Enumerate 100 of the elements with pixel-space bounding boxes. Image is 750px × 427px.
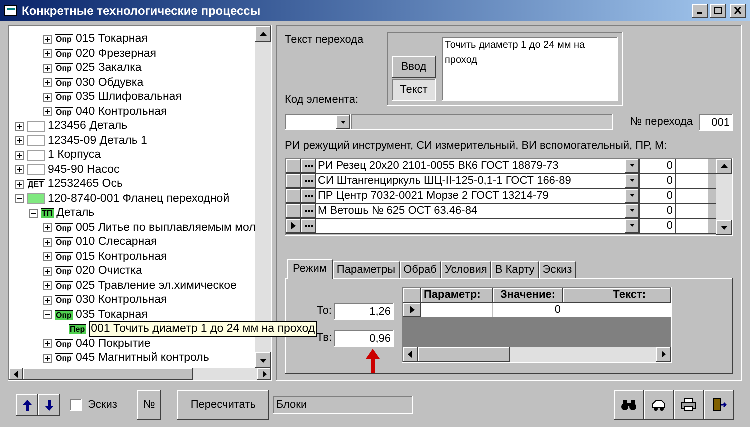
expand-icon[interactable] [43,354,52,363]
tree-item[interactable]: 005 Литье по выплавляемым мол [76,220,255,235]
tab[interactable]: Параметры [332,260,400,278]
ellipsis-button[interactable] [301,188,316,202]
expand-icon[interactable] [15,150,24,160]
scroll-up-icon [260,30,266,38]
ellipsis-button[interactable] [301,204,316,218]
number-button[interactable]: № [137,390,162,420]
element-code-dropdown[interactable] [285,114,351,130]
tree-item[interactable]: 020 Очистка [76,264,142,278]
tree-item[interactable]: 040 Покрытие [76,336,151,351]
tool-select-field[interactable]: РИ Резец 20х20 2101-0055 ВК6 ГОСТ 18879-73 [316,158,640,172]
tree-item[interactable]: 040 Контрольная [76,104,168,119]
time-label: Тв: [316,330,332,346]
tree-item[interactable]: 12345-09 Деталь 1 [48,134,148,148]
move-up-button[interactable] [16,394,38,416]
tree-item[interactable]: 010 Слесарная [76,235,158,250]
tree-item[interactable]: 025 Травление эл.химическое [76,278,237,293]
column-header[interactable]: Значение: [493,288,563,302]
pointer-arrow [366,348,380,372]
collapse-icon[interactable] [43,310,52,320]
tree-item[interactable]: 030 Обдувка [76,76,144,90]
expand-icon[interactable] [43,78,52,88]
expand-icon[interactable] [43,339,52,348]
expand-icon[interactable] [43,64,52,73]
table-cell [676,204,708,218]
ellipsis-button[interactable] [301,218,316,232]
expand-icon[interactable] [15,165,24,174]
tree-item[interactable]: 120-8740-001 Фланец переходной [48,192,230,206]
ellipsis-button[interactable] [301,158,316,172]
expand-icon[interactable] [15,122,24,131]
maximize-button[interactable] [710,4,726,18]
column-header[interactable]: Параметр: [421,288,493,302]
mode-button[interactable]: Ввод [392,56,436,78]
tool-select-field[interactable]: СИ Штангенциркуль ШЦ-II-125-0,1-1 ГОСТ 166-89 [316,174,640,188]
mode-button[interactable]: Текст [392,79,436,101]
collapse-icon[interactable] [15,194,24,204]
search-button[interactable] [614,390,644,420]
transition-text-field[interactable]: Точить диаметр 1 до 24 мм на проход [442,37,618,101]
tree-item[interactable]: 035 Шлифовальная [76,90,182,104]
minimize-button[interactable] [692,4,708,18]
collapse-icon[interactable] [29,208,38,218]
expand-icon[interactable] [43,223,52,232]
expand-icon[interactable] [15,180,24,189]
tree-item[interactable]: 045 Магнитный контроль [76,351,210,366]
tree-item[interactable]: 030 Контрольная [76,293,168,308]
transition-number-field[interactable]: 001 [699,114,733,130]
expand-icon[interactable] [43,49,52,58]
exit-button[interactable] [704,390,734,420]
row-indicator[interactable] [286,174,301,188]
expand-icon[interactable] [43,238,52,247]
folder-box-icon [27,120,45,132]
ellipsis-button[interactable] [301,174,316,188]
vertical-scrollbar[interactable] [716,158,732,234]
tree-item[interactable]: 123456 Деталь [48,119,128,134]
expand-icon[interactable] [43,296,52,305]
preview-button[interactable] [644,390,674,420]
column-header[interactable]: Текст: [563,288,671,302]
expand-icon[interactable] [43,281,52,290]
tree-item[interactable]: 035 Токарная [76,308,148,322]
tree-item[interactable]: 945-90 Насос [48,162,120,177]
row-indicator[interactable] [286,218,301,232]
tree-item[interactable]: Деталь [56,206,95,220]
expand-icon[interactable] [43,107,52,116]
row-indicator[interactable] [403,302,421,316]
row-indicator[interactable] [286,158,301,172]
row-indicator[interactable] [286,204,301,218]
tool-select-field[interactable]: ПР Центр 7032-0021 Морзе 2 ГОСТ 13214-79 [316,188,640,202]
tab[interactable]: Условия [440,260,492,278]
print-button[interactable] [674,390,704,420]
tree-item[interactable]: 015 Контрольная [76,250,168,264]
horizontal-scrollbar[interactable] [403,346,671,362]
tab[interactable]: Эскиз [538,260,576,278]
header-corner [403,288,421,302]
row-indicator[interactable] [286,188,301,202]
expand-icon[interactable] [43,34,52,44]
expand-icon[interactable] [15,136,24,146]
scroll-left-icon [12,370,20,378]
time-field[interactable]: 0,96 [334,330,394,346]
tree-item[interactable]: 015 Токарная [76,32,148,46]
tree-item[interactable]: 1 Корпуса [48,148,102,162]
expand-icon[interactable] [43,252,52,262]
recalculate-button[interactable]: Пересчитать [177,390,270,420]
tab[interactable]: В Карту [491,260,539,278]
horizontal-scrollbar[interactable] [9,368,271,380]
tree-item[interactable]: 025 Закалка [76,61,142,76]
tool-cell-text: СИ Штангенциркуль ШЦ-II-125-0,1-1 ГОСТ 166-89 [317,174,572,188]
sketch-checkbox[interactable] [70,399,82,411]
expand-icon[interactable] [43,266,52,276]
tree-item[interactable]: 020 Фрезерная [76,46,157,61]
tab[interactable]: Режим [287,258,333,278]
tool-select-field[interactable] [316,218,640,232]
tab[interactable]: Обраб [400,260,441,278]
expand-icon[interactable] [43,92,52,102]
tool-select-field[interactable]: М Ветошь № 625 ОСТ 63.46-84 [316,204,640,218]
tree-item[interactable]: 12532465 Ось [48,177,123,192]
time-field[interactable]: 1,26 [334,302,394,320]
close-button[interactable] [730,4,746,18]
move-down-button[interactable] [38,394,60,416]
binoculars-icon [621,398,637,412]
